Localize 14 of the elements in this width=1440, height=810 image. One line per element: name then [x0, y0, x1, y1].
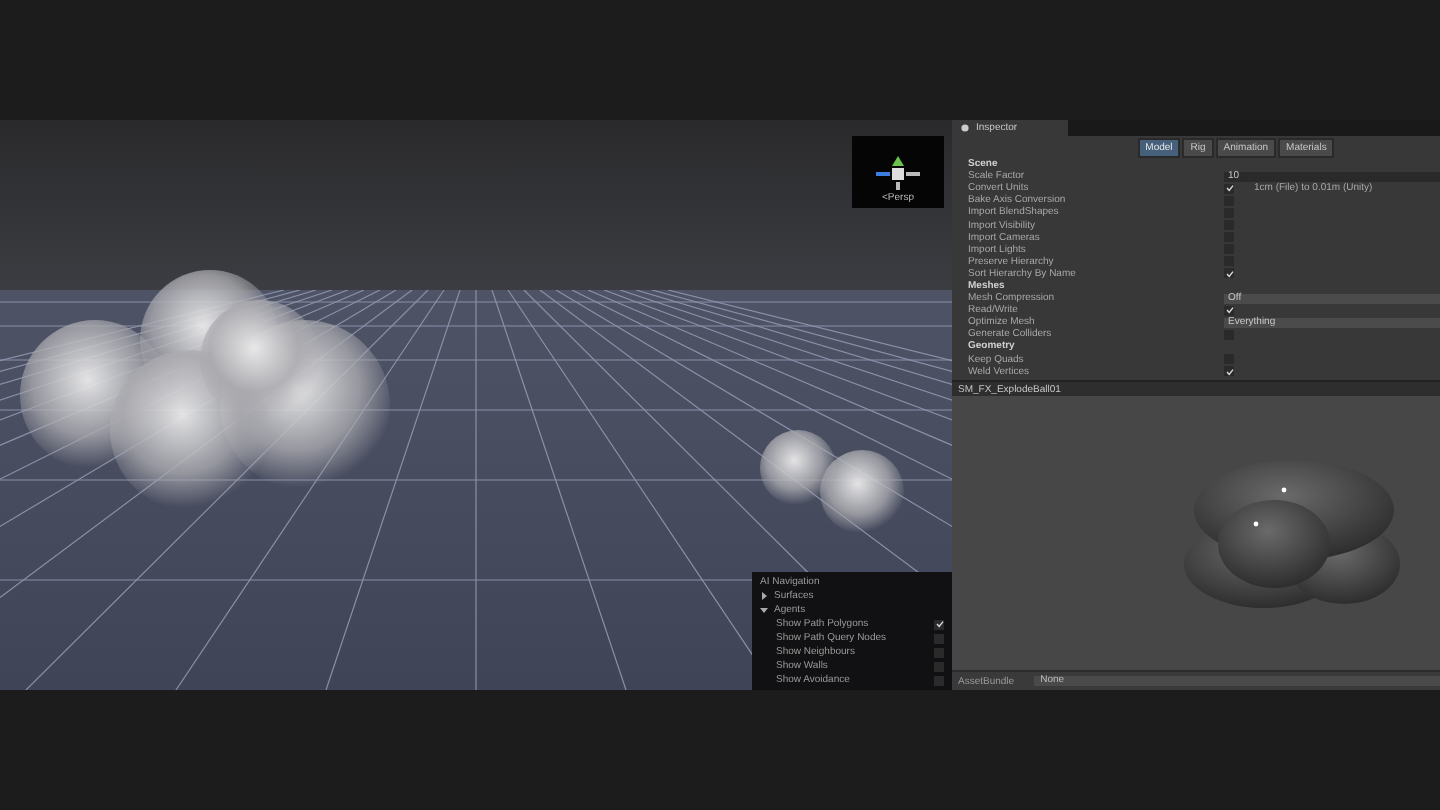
checkbox[interactable]	[934, 675, 944, 685]
checkbox[interactable]	[1224, 195, 1234, 206]
checkbox[interactable]	[934, 647, 944, 657]
checkbox[interactable]	[1224, 329, 1234, 340]
checkbox[interactable]	[1224, 183, 1234, 194]
expanded-arrow-icon[interactable]	[760, 606, 768, 614]
checkbox[interactable]	[934, 633, 944, 643]
checkbox[interactable]	[1224, 366, 1234, 377]
checkbox[interactable]	[934, 619, 944, 629]
collapsed-arrow-icon[interactable]	[760, 592, 768, 600]
checkbox[interactable]	[1224, 305, 1234, 316]
checkbox[interactable]	[1224, 268, 1234, 279]
info-icon	[960, 124, 970, 132]
checkbox[interactable]	[934, 661, 944, 671]
